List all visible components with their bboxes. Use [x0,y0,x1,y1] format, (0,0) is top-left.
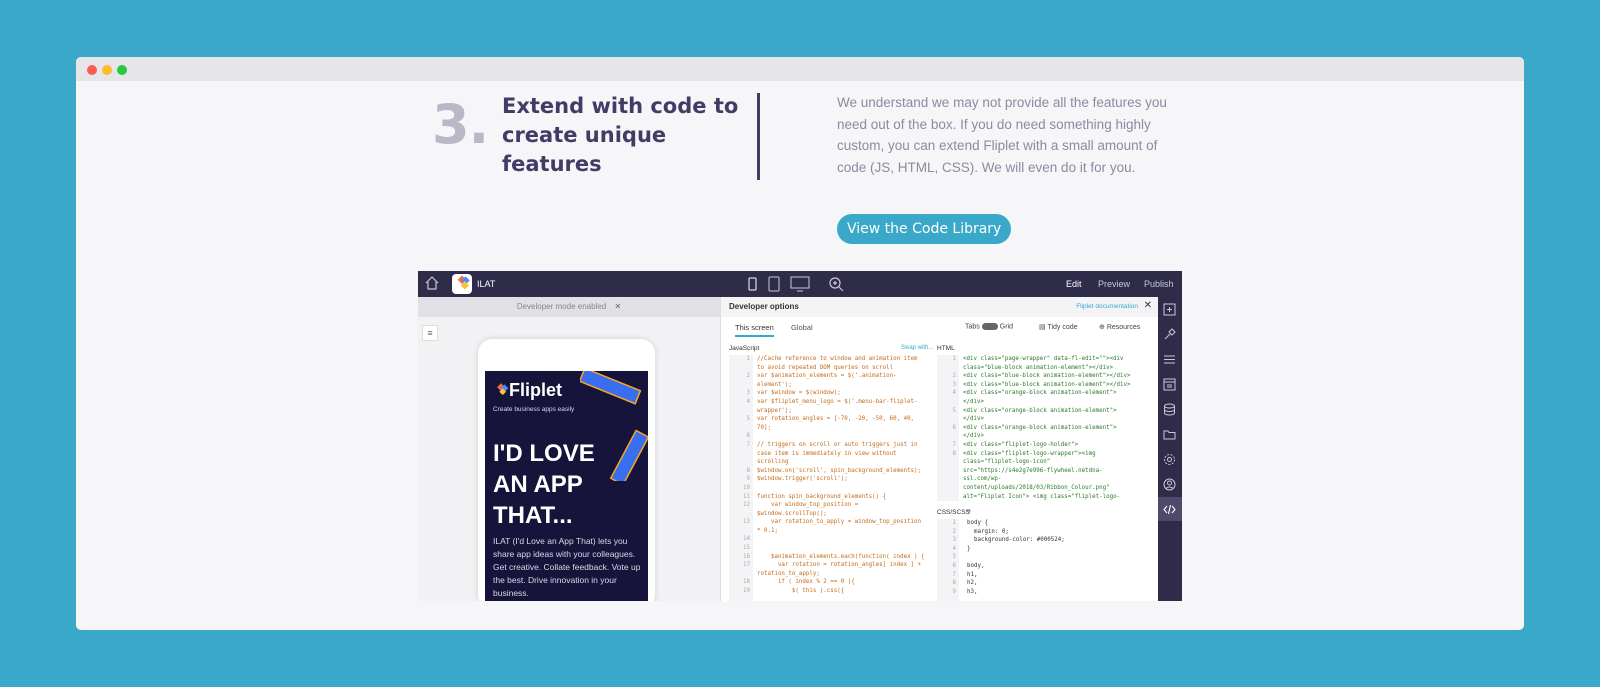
app-logo-icon [452,274,472,294]
tab-publish[interactable]: Publish [1144,279,1174,289]
dev-panel-title: Developer options [729,302,799,311]
javascript-code[interactable]: //Cache reference to window and animatio… [757,355,925,596]
tidy-code-label: Tidy code [1047,324,1078,331]
app-name: ILAT [477,279,496,289]
minimize-window-dot[interactable] [102,65,112,75]
tab-edit[interactable]: Edit [1066,279,1082,289]
zoom-icon[interactable] [828,276,844,292]
phone-screen: Fliplet Create business apps easily I'D … [485,371,648,601]
close-icon[interactable]: ✕ [1144,300,1152,311]
css-label: CSS/SCSS [937,509,970,516]
tablet-device-icon[interactable] [766,276,782,292]
layout-icon[interactable] [1163,378,1176,391]
fliplet-brand: Fliplet [493,380,562,401]
menu-icon[interactable] [1163,353,1176,366]
tabs-toggle[interactable]: Tabs Grid [965,323,1013,330]
paint-brush-icon[interactable] [1163,328,1176,341]
html-editor[interactable]: 1 2 3 4 5 6 7 8 <div class="page-wrapper… [937,355,1139,501]
dev-panel-tabs: This screen Global Tabs Grid ▤ Tidy code … [721,317,1158,337]
html-code[interactable]: <div class="page-wrapper" data-fl-edit="… [963,355,1131,501]
tabs-toggle-label: Tabs [965,323,980,331]
add-screen-icon[interactable] [1163,303,1176,316]
html-label: HTML [937,345,955,352]
add-icon: ⊕ [1099,324,1107,331]
code-tool-active[interactable] [1158,497,1182,521]
vertical-divider [757,93,760,180]
dev-panel-header: Developer options Fliplet documentation … [721,297,1158,317]
documentation-link[interactable]: Fliplet documentation [1076,303,1138,310]
mobile-device-icon[interactable] [744,276,760,292]
app-preview-pane: Developer mode enabled ✕ ≡ Fliplet Creat… [418,297,720,601]
fliplet-brand-text: Fliplet [509,380,562,400]
help-icon[interactable]: ? [967,509,971,516]
maximize-window-dot[interactable] [117,65,127,75]
code-icon[interactable] [1163,503,1176,516]
phone-headline: I'D LOVE AN APP THAT... [493,440,595,529]
resources-button[interactable]: ⊕ Resources [1099,323,1140,331]
section-heading: Extend with code to create unique featur… [502,94,739,176]
browser-window: 3. Extend with code to create unique fea… [76,57,1524,630]
section-paragraph: We understand we may not provide all the… [837,95,1167,175]
desktop-device-icon[interactable] [790,276,810,292]
app-topbar: ILAT Edit Preview Publish [418,271,1182,297]
gear-icon[interactable] [1163,453,1176,466]
fliplet-logo-icon [497,383,509,396]
app-screenshot: ILAT Edit Preview Publish Developer mode… [418,271,1182,601]
hamburger-menu-icon[interactable]: ≡ [422,325,438,341]
database-icon[interactable] [1163,403,1176,416]
phone-frame: Fliplet Create business apps easily I'D … [478,339,655,601]
developer-mode-banner: Developer mode enabled ✕ [418,297,720,317]
close-window-dot[interactable] [87,65,97,75]
window-titlebar [76,57,1524,81]
js-line-numbers: 1 2 3 4 5 6 7 8 9 10 11 12 13 14 15 16 1… [729,355,753,601]
view-code-library-button[interactable]: View the Code Library [837,214,1012,244]
tab-preview[interactable]: Preview [1098,279,1130,289]
resources-label: Resources [1106,324,1141,331]
tidy-code-button[interactable]: ▤ Tidy code [1039,323,1078,331]
css-editor[interactable]: 1 2 3 4 5 6 7 8 9 body { margin: 0; back… [937,519,1139,601]
folder-icon[interactable] [1163,428,1176,441]
swap-with-link[interactable]: Swap with... [901,345,933,351]
javascript-label: JavaScript [729,345,760,352]
user-icon[interactable] [1163,478,1176,491]
fliplet-tagline: Create business apps easily [493,406,575,413]
phone-body-text: ILAT (I'd Love an App That) lets you sha… [493,536,641,598]
step-number: 3. [432,93,489,156]
grid-label: Grid [999,323,1014,331]
home-icon[interactable] [424,275,440,291]
html-line-numbers: 1 2 3 4 5 6 7 8 [937,355,959,501]
toggle-switch-icon[interactable] [981,323,998,330]
close-icon[interactable]: ✕ [614,302,621,311]
tab-this-screen[interactable]: This screen [735,323,774,337]
css-code[interactable]: body { margin: 0; background-color: #000… [967,519,1065,596]
right-toolbar [1158,297,1182,601]
css-line-numbers: 1 2 3 4 5 6 7 8 9 [937,519,959,601]
developer-options-panel: Developer options Fliplet documentation … [720,297,1158,601]
tab-global[interactable]: Global [791,323,813,332]
developer-mode-label: Developer mode enabled [516,302,607,311]
javascript-editor[interactable]: 1 2 3 4 5 6 7 8 9 10 11 12 13 14 15 16 1… [729,355,931,601]
